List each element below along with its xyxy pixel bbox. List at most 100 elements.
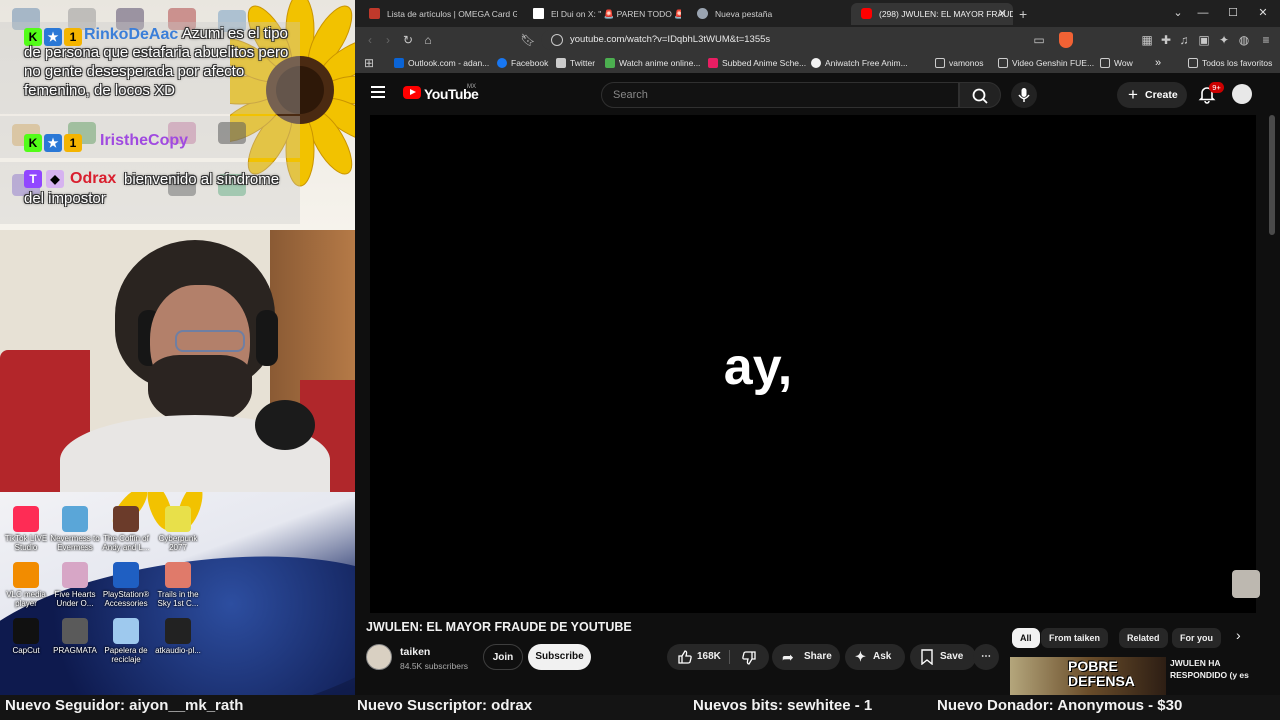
like-dislike-group: 168K xyxy=(667,644,769,670)
bookmark-facebook[interactable]: Facebook xyxy=(497,53,548,73)
cast-icon[interactable]: ▭ xyxy=(1030,31,1048,49)
chip-from-channel[interactable]: From taiken xyxy=(1041,628,1109,648)
tab-x-post[interactable]: El Dui on X: " 🚨 PAREN TODO 🚨 Bi xyxy=(523,3,681,25)
bookmarks-bar: ⊞ Outlook.com - adan... Facebook Twitter… xyxy=(355,53,1280,73)
like-button[interactable]: 168K xyxy=(667,644,729,670)
search-icon xyxy=(972,88,988,104)
bookmark-label: Outlook.com - adan... xyxy=(408,58,490,68)
bookmark-folder-wow[interactable]: Wow xyxy=(1100,53,1133,73)
desktop-icon[interactable]: Cyberpunk 2077 xyxy=(150,506,206,552)
desktop-icon[interactable]: atkaudio-pl... xyxy=(150,618,206,655)
scrollbar-thumb[interactable] xyxy=(1269,115,1275,235)
browser-window: Lista de artículos | OMEGA Card Gam El D… xyxy=(355,0,1280,695)
bookmark-twitter[interactable]: Twitter xyxy=(556,53,595,73)
stream-overlay: K ★ 1 RinkoDeAac Azumi es el tipo de per… xyxy=(0,0,355,695)
search-input[interactable]: Search xyxy=(601,82,959,108)
desktop-icon[interactable]: TikTok LIVE Studio xyxy=(0,506,54,552)
bookmark-anime[interactable]: Watch anime online... xyxy=(605,53,700,73)
search-button[interactable] xyxy=(959,82,1001,108)
share-button[interactable]: ➦ Share xyxy=(772,644,840,670)
bookmark-folder-genshin[interactable]: Video Genshin FUE... xyxy=(998,53,1094,73)
share-label: Share xyxy=(804,651,832,662)
dislike-button[interactable] xyxy=(730,644,769,670)
chip-related[interactable]: Related xyxy=(1119,628,1168,648)
outlook-icon xyxy=(394,58,404,68)
desktop-icon[interactable]: CapCut xyxy=(0,618,54,655)
channel-avatar[interactable] xyxy=(366,644,392,670)
tab-youtube[interactable]: (298) JWULEN: EL MAYOR FRAUD ✕ xyxy=(851,3,1013,25)
bookmark-outlook[interactable]: Outlook.com - adan... xyxy=(394,53,489,73)
reload-icon[interactable]: ↻ xyxy=(399,31,417,49)
chip-for-you[interactable]: For you xyxy=(1172,628,1221,648)
bookmark-aniwatch[interactable]: Aniwatch Free Anim... xyxy=(811,53,908,73)
home-icon[interactable]: ⌂ xyxy=(419,31,437,49)
extension-icon[interactable]: ✚ xyxy=(1157,31,1175,49)
brave-shields-icon[interactable] xyxy=(1059,32,1073,48)
hamburger-menu-icon[interactable] xyxy=(371,86,385,98)
voice-search-button[interactable] xyxy=(1011,82,1037,108)
music-icon[interactable]: ♫ xyxy=(1175,31,1193,49)
bookmark-icon[interactable]: 🔖︎ xyxy=(519,31,537,49)
app-icon xyxy=(62,562,88,588)
video-player[interactable]: ay, xyxy=(370,115,1260,613)
desktop-icon[interactable]: Trails in the Sky 1st C... xyxy=(150,562,206,608)
desktop-icon[interactable]: Five Hearts Under O... xyxy=(47,562,103,608)
app-icon xyxy=(13,506,39,532)
folder-icon xyxy=(998,58,1008,68)
wallet-icon[interactable]: ▣ xyxy=(1195,31,1213,49)
save-button[interactable]: Save xyxy=(910,644,976,670)
account-avatar[interactable] xyxy=(1232,84,1252,104)
chip-all[interactable]: All xyxy=(1012,628,1040,648)
related-video-title[interactable]: JWULEN HA RESPONDIDO (y es xyxy=(1170,657,1270,681)
close-window-button[interactable]: ✕ xyxy=(1253,4,1273,22)
desktop-icon[interactable]: PRAGMATA xyxy=(47,618,103,655)
desktop-icon[interactable]: PlayStation® Accessories xyxy=(98,562,154,608)
maximize-button[interactable]: ☐ xyxy=(1223,4,1243,22)
desktop-icon[interactable]: Papelera de reciclaje xyxy=(98,618,154,664)
related-video-thumbnail[interactable]: POBRE DEFENSA xyxy=(1010,657,1166,695)
desktop-icon[interactable]: The Coffin of Andy and L... xyxy=(98,506,154,552)
chevron-right-icon[interactable]: › xyxy=(1236,627,1241,643)
youtube-logo-icon[interactable] xyxy=(403,86,421,99)
desktop-icon-label: TikTok LIVE Studio xyxy=(4,534,48,552)
ticker-subscriber: Nuevo Suscriptor: odrax xyxy=(357,697,533,714)
forward-button[interactable]: › xyxy=(379,31,397,49)
tab-omega[interactable]: Lista de artículos | OMEGA Card Gam xyxy=(359,3,517,25)
bookmark-subbed-anime[interactable]: Subbed Anime Sche... xyxy=(708,53,806,73)
minimize-button[interactable]: — xyxy=(1193,4,1213,22)
more-bookmarks-icon[interactable]: » xyxy=(1155,53,1161,73)
desktop-icon-label: VLC media player xyxy=(6,590,46,608)
app-icon xyxy=(13,562,39,588)
create-button[interactable]: + Create xyxy=(1117,82,1187,108)
bookmark-all-favorites[interactable]: Todos los favoritos xyxy=(1188,53,1272,73)
join-button[interactable]: Join xyxy=(483,644,523,670)
address-bar[interactable]: youtube.com/watch?v=IDqbhL3tWUM&t=1355s xyxy=(541,30,1051,50)
site-info-icon[interactable] xyxy=(551,34,563,46)
subscribe-button[interactable]: Subscribe xyxy=(528,644,591,670)
menu-icon[interactable]: ≡ xyxy=(1257,31,1275,49)
extension-icon[interactable]: ▦ xyxy=(1138,31,1156,49)
bookmark-folder-vamonos[interactable]: vamonos xyxy=(935,53,984,73)
desktop-icon-label: Papelera de reciclaje xyxy=(104,646,148,664)
microphone xyxy=(255,400,315,450)
leo-ai-icon[interactable]: ✦ xyxy=(1215,31,1233,49)
bookmark-label: Watch anime online... xyxy=(619,58,701,68)
new-tab-button[interactable]: + xyxy=(1019,3,1027,25)
channel-name[interactable]: taiken xyxy=(400,646,430,658)
desktop-icon[interactable]: VLC media player xyxy=(0,562,54,608)
more-actions-icon[interactable]: ⋯ xyxy=(973,644,999,670)
tab-new-tab[interactable]: Nueva pestaña xyxy=(687,3,845,25)
tab-close-icon[interactable]: ✕ xyxy=(998,3,1007,25)
create-label: Create xyxy=(1145,89,1178,101)
vpn-icon[interactable]: ◍ xyxy=(1235,31,1253,49)
back-button[interactable]: ‹ xyxy=(361,31,379,49)
desktop-icon[interactable]: Nevermess to Evermess xyxy=(47,506,103,552)
ask-button[interactable]: ✦ Ask xyxy=(845,644,905,670)
bookmark-label: Todos los favoritos xyxy=(1202,58,1273,68)
channel-watermark[interactable] xyxy=(1232,570,1260,598)
moderator-badge: ★ xyxy=(44,134,62,152)
apps-grid-icon[interactable]: ⊞ xyxy=(360,54,378,72)
tab-label: El Dui on X: " 🚨 PAREN TODO 🚨 Bi xyxy=(551,9,681,19)
ticker-bits: Nuevos bits: sewhitee - 1 xyxy=(693,697,873,714)
tab-search-button[interactable]: ⌄ xyxy=(1168,4,1188,22)
